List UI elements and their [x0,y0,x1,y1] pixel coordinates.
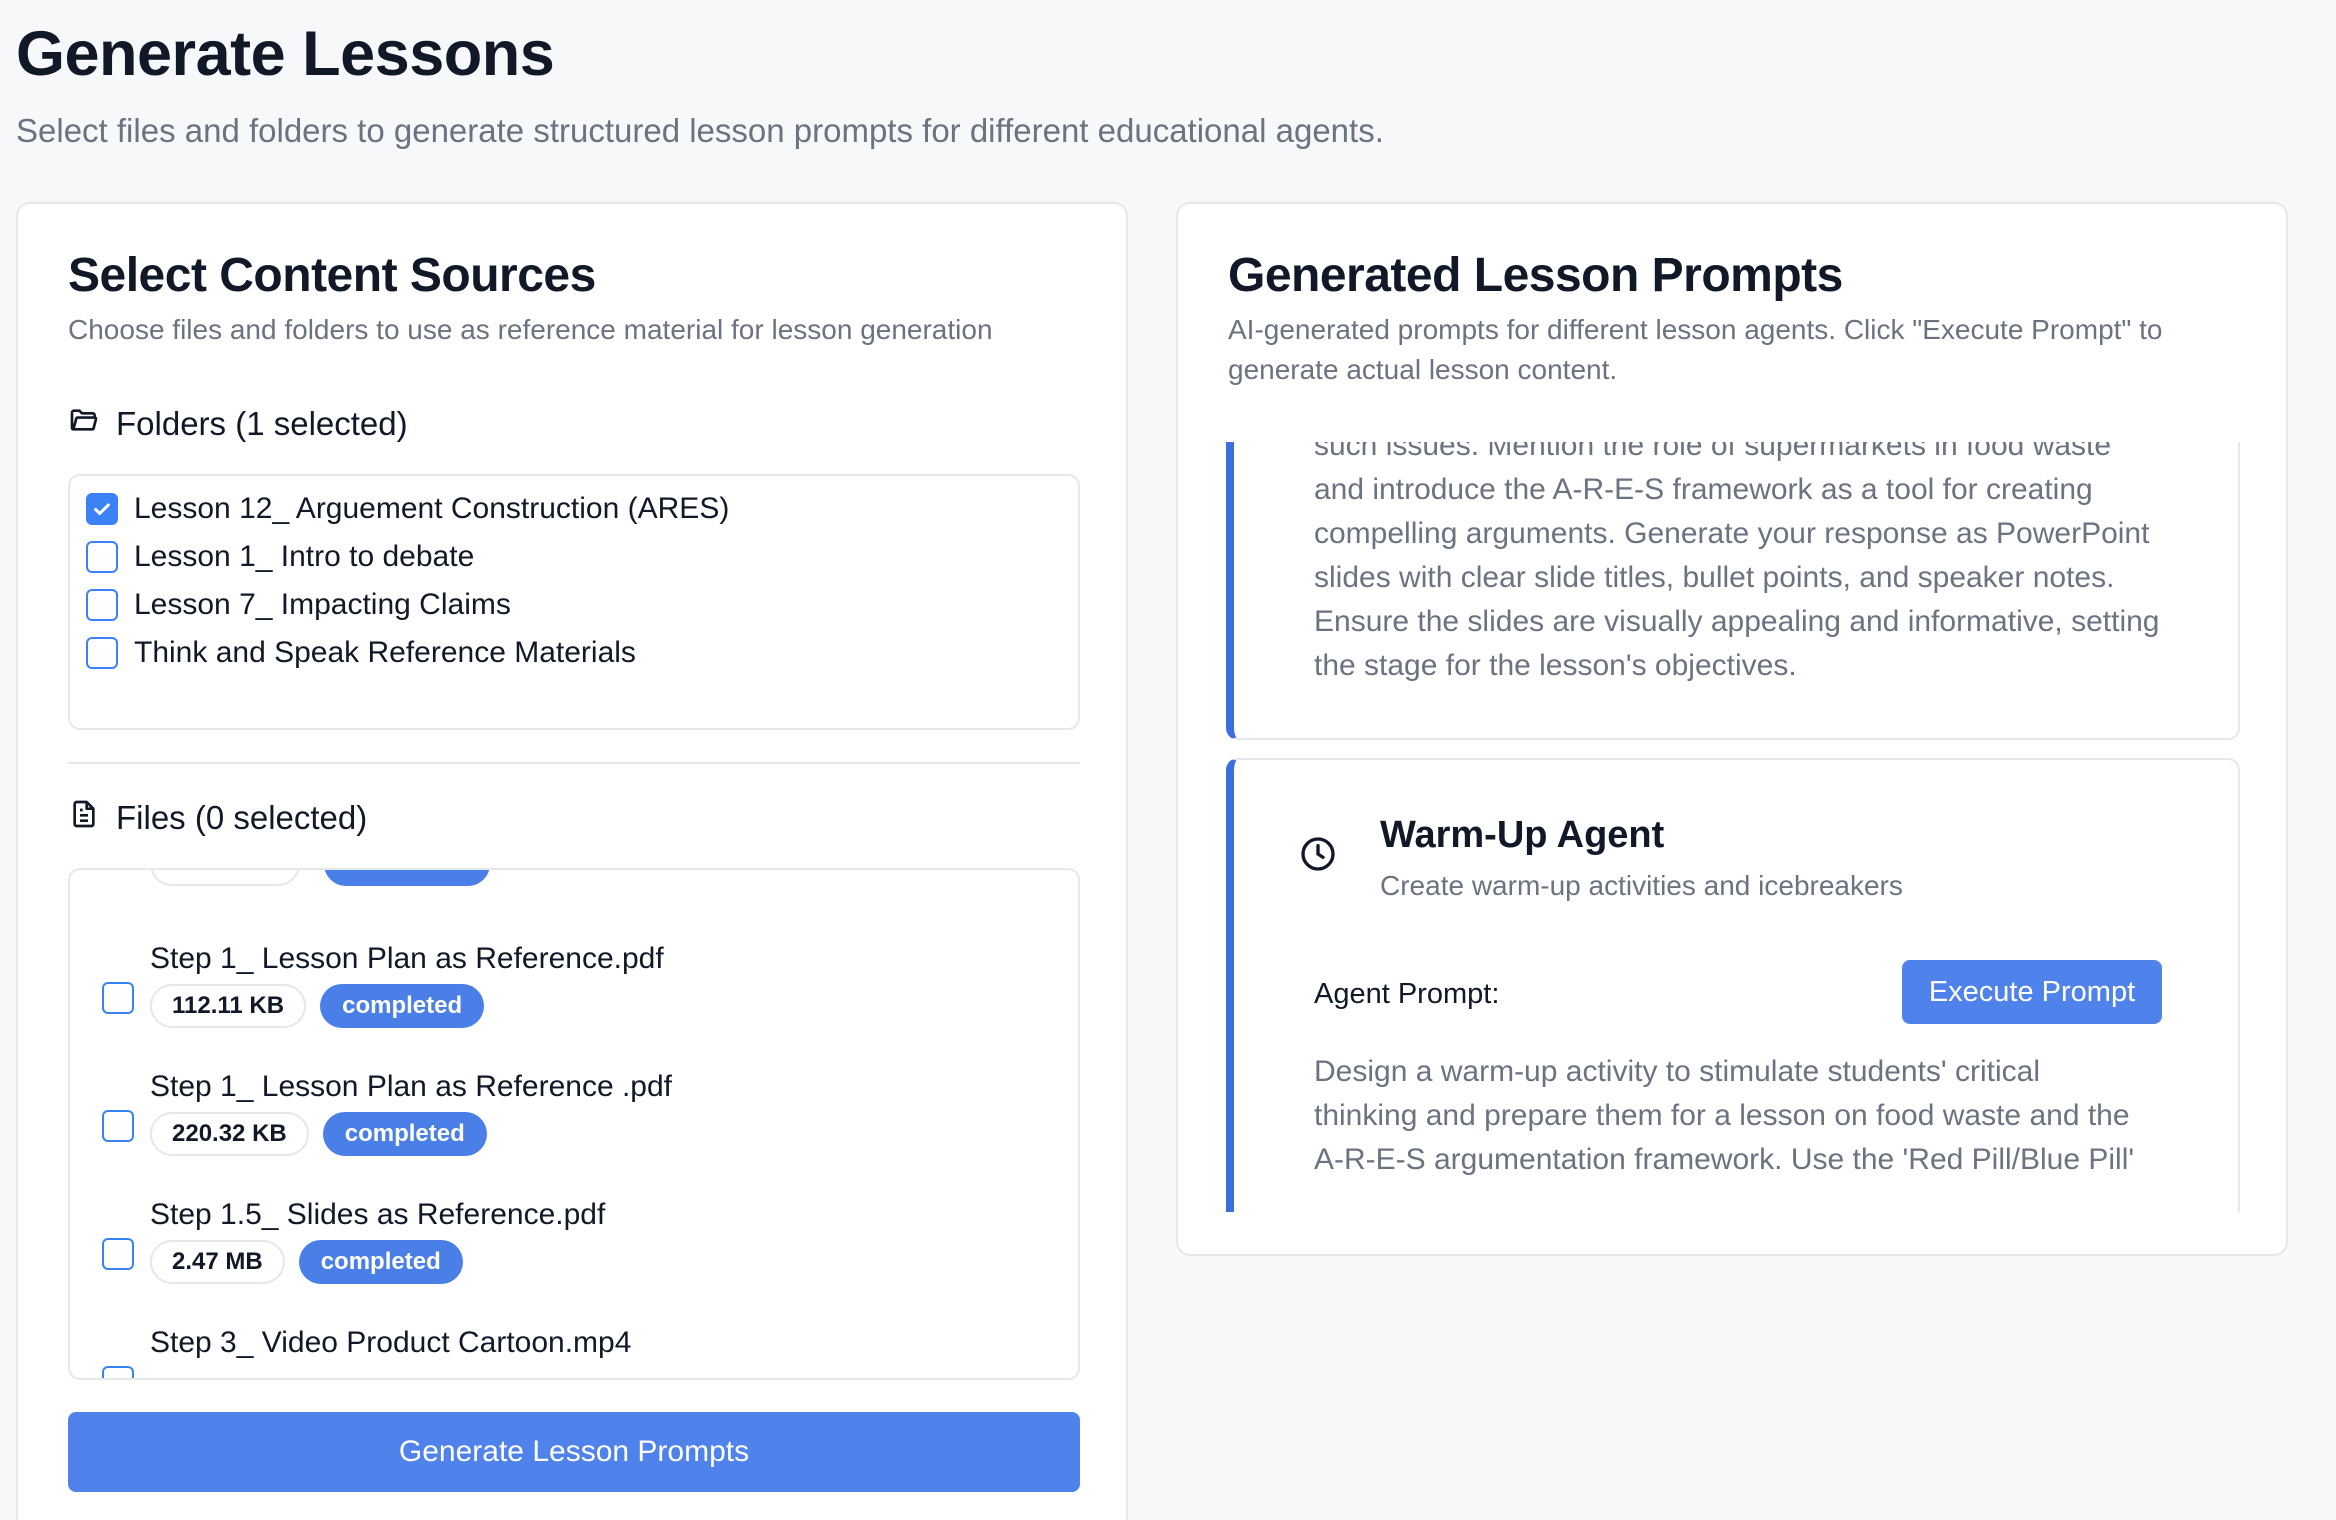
folder-checkbox[interactable] [86,637,118,669]
folder-checkbox[interactable] [86,541,118,573]
files-section-header: Files (0 selected) [68,798,367,838]
folder-item[interactable]: Lesson 12_ Arguement Construction (ARES) [86,492,729,526]
file-size-pill: 220.32 KB [150,1112,309,1156]
folder-label: Lesson 1_ Intro to debate [134,540,475,573]
folder-checkbox[interactable] [86,589,118,621]
folders-list: Lesson 12_ Arguement Construction (ARES)… [68,474,1080,730]
prompts-scroll-area[interactable]: such issues. Mention the role of superma… [1178,442,2286,1212]
generate-lesson-prompts-button[interactable]: Generate Lesson Prompts [68,1412,1080,1492]
folder-label: Lesson 12_ Arguement Construction (ARES) [134,492,730,525]
agent-name: Warm-Up Agent [1380,814,1665,856]
file-checkbox[interactable] [102,982,134,1014]
folders-heading: Folders (1 selected) [116,405,408,442]
lesson-prompts-card: Generated Lesson Prompts AI-generated pr… [1176,202,2288,1256]
file-icon [68,798,100,838]
file-name: Step 3_ Video Product Cartoon.mp4 [150,1326,632,1359]
lesson-prompts-description: AI-generated prompts for different lesso… [1228,314,2163,385]
folder-item[interactable]: Lesson 7_ Impacting Claims [86,588,511,622]
file-size-pill: 112.11 KB [150,984,307,1028]
file-status-badge: completed [322,1112,487,1156]
file-item[interactable]: Step 3_ Video Product Cartoon.mp4 [102,1326,1078,1378]
folder-label: Think and Speak Reference Materials [134,636,636,669]
content-sources-description: Choose files and folders to use as refer… [68,314,993,345]
previous-prompt-text: such issues. Mention the role of superma… [1314,442,2160,682]
folder-checkbox-checked[interactable] [86,493,118,525]
content-sources-card: Select Content Sources Choose files and … [16,202,1128,1520]
file-status-badge: completed [320,984,485,1028]
previous-agent-card: such issues. Mention the role of superma… [1226,442,2240,740]
execute-prompt-button[interactable]: Execute Prompt [1902,960,2162,1024]
agent-prompt-label: Agent Prompt: [1314,978,1500,1010]
file-name: Step 1_ Lesson Plan as Reference.pdf [150,942,664,975]
file-checkbox[interactable] [102,1238,134,1270]
page-subtitle: Select files and folders to generate str… [16,112,1384,149]
file-size-pill [150,870,300,886]
clock-icon [1298,834,1338,874]
agent-subtitle: Create warm-up activities and icebreaker… [1380,870,1903,901]
file-status-badge: completed [298,1240,463,1284]
file-checkbox[interactable] [102,1366,134,1378]
section-divider [68,762,1080,764]
file-name: Step 1_ Lesson Plan as Reference .pdf [150,1070,673,1103]
folder-item[interactable]: Lesson 1_ Intro to debate [86,540,474,574]
file-checkbox[interactable] [102,1110,134,1142]
file-size-pill: 2.47 MB [150,1240,285,1284]
page-title: Generate Lessons [16,19,555,89]
folder-item[interactable]: Think and Speak Reference Materials [86,636,636,670]
folders-section-header: Folders (1 selected) [68,404,408,444]
file-item[interactable]: Step 1.5_ Slides as Reference.pdf 2.47 M… [102,1198,1078,1308]
folder-label: Lesson 7_ Impacting Claims [134,588,511,621]
warm-up-agent-card: Warm-Up Agent Create warm-up activities … [1226,758,2240,1212]
file-item[interactable]: Step 1_ Lesson Plan as Reference.pdf 112… [102,942,1078,1052]
file-status-badge [324,870,490,886]
lesson-prompts-title: Generated Lesson Prompts [1228,249,1843,302]
content-sources-title: Select Content Sources [68,249,596,302]
file-item[interactable]: Step 1_ Lesson Plan as Reference .pdf 22… [102,1070,1078,1180]
folder-icon [68,404,100,444]
files-heading: Files (0 selected) [116,799,368,836]
file-name: Step 1.5_ Slides as Reference.pdf [150,1198,606,1231]
agent-prompt-text: Design a warm-up activity to stimulate s… [1314,1055,2135,1176]
files-list[interactable]: Step 1_ Lesson Plan as Reference.pdf 112… [68,868,1080,1380]
